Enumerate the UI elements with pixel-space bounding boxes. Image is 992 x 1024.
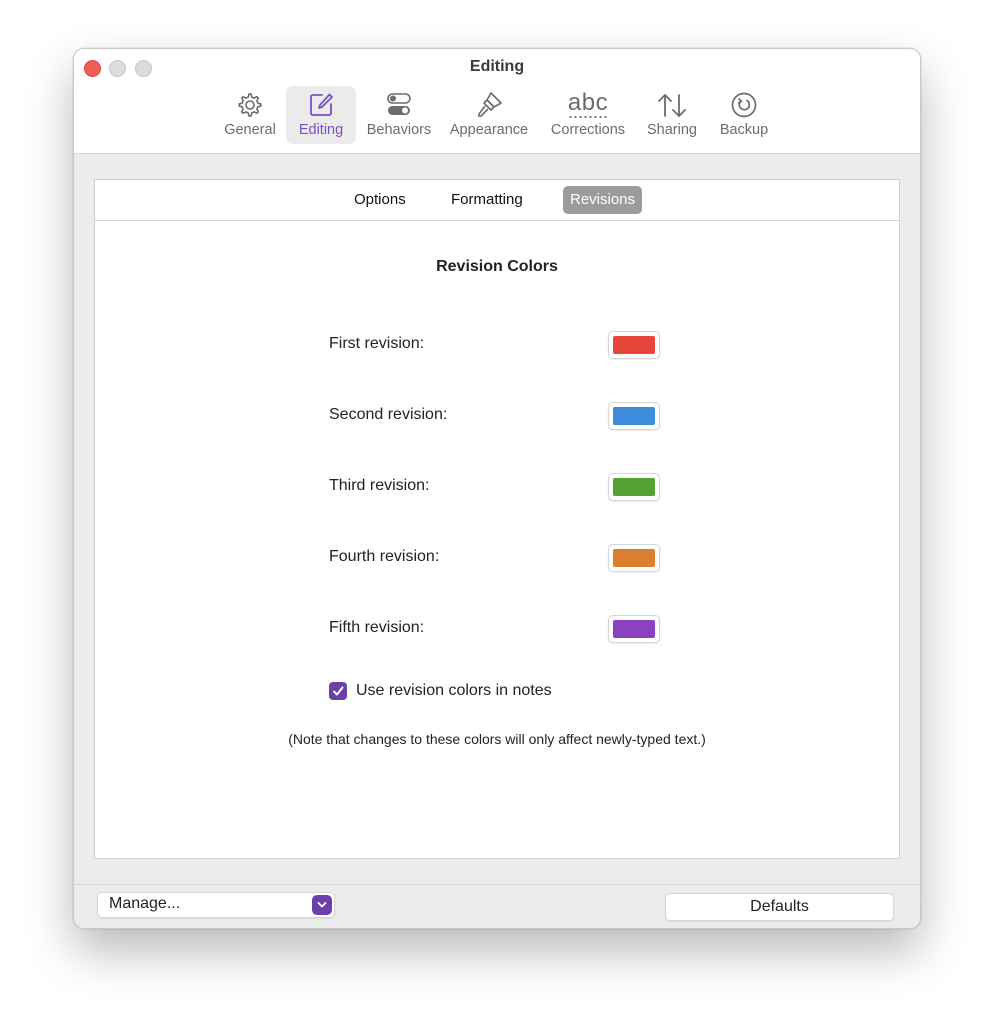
checkmark-icon xyxy=(333,686,344,696)
color-swatch xyxy=(613,620,655,638)
fourth-revision-color-well[interactable] xyxy=(608,544,660,572)
gear-icon xyxy=(236,90,264,120)
defaults-button[interactable]: Defaults xyxy=(665,893,894,921)
color-swatch xyxy=(613,336,655,354)
edit-icon xyxy=(307,90,335,120)
note-text: (Note that changes to these colors will … xyxy=(288,731,706,747)
first-revision-label: First revision: xyxy=(329,335,425,352)
use-revision-colors-checkbox[interactable] xyxy=(329,682,347,700)
second-revision-label: Second revision: xyxy=(329,406,448,423)
first-revision-color-well[interactable] xyxy=(608,331,660,359)
toolbar-item-sharing[interactable]: Sharing xyxy=(642,86,702,144)
window-title: Editing xyxy=(469,58,525,75)
tab-options[interactable]: Options xyxy=(347,186,413,214)
toolbar-item-general[interactable]: General xyxy=(222,86,278,144)
toolbar-item-label: Appearance xyxy=(449,122,529,138)
footer-divider xyxy=(74,884,920,885)
toolbar: Editing General Editing Behaviors Appear… xyxy=(74,49,920,154)
color-swatch xyxy=(613,478,655,496)
toolbar-item-label: Backup xyxy=(719,122,769,138)
toolbar-item-label: Corrections xyxy=(550,122,626,138)
manage-popup-button[interactable]: Manage... xyxy=(97,892,335,918)
toolbar-item-backup[interactable]: Backup xyxy=(714,86,774,144)
abc-spellcheck-icon: abc xyxy=(568,90,608,120)
segmented-control: Options Formatting Revisions xyxy=(95,180,899,221)
paintbrush-icon xyxy=(474,90,504,120)
tab-formatting[interactable]: Formatting xyxy=(444,186,530,214)
toolbar-item-label: General xyxy=(224,122,276,138)
revisions-panel: Options Formatting Revisions Revision Co… xyxy=(94,179,900,859)
toolbar-item-corrections[interactable]: abc Corrections xyxy=(544,86,632,144)
third-revision-label: Third revision: xyxy=(329,477,430,494)
up-down-arrows-icon xyxy=(656,90,688,120)
use-revision-colors-row: Use revision colors in notes xyxy=(329,682,552,700)
toolbar-item-editing[interactable]: Editing xyxy=(286,86,356,144)
toolbar-item-appearance[interactable]: Appearance xyxy=(446,86,532,144)
chevron-down-icon xyxy=(312,895,332,915)
toolbar-item-label: Behaviors xyxy=(366,122,432,138)
fourth-revision-label: Fourth revision: xyxy=(329,548,440,565)
fifth-revision-label: Fifth revision: xyxy=(329,619,425,636)
color-swatch xyxy=(613,407,655,425)
manage-label: Manage... xyxy=(109,895,181,912)
toolbar-item-label: Editing xyxy=(298,122,344,138)
tab-revisions[interactable]: Revisions xyxy=(563,186,643,214)
second-revision-color-well[interactable] xyxy=(608,402,660,430)
backup-clock-icon xyxy=(730,90,758,120)
preferences-window: Editing General Editing Behaviors Appear… xyxy=(73,48,921,929)
fifth-revision-color-well[interactable] xyxy=(608,615,660,643)
toggles-icon xyxy=(385,90,413,120)
toolbar-item-label: Sharing xyxy=(647,122,697,138)
abc-icon-text: abc xyxy=(567,89,609,116)
color-swatch xyxy=(613,549,655,567)
section-title: Revision Colors xyxy=(436,258,558,275)
toolbar-item-behaviors[interactable]: Behaviors xyxy=(364,86,434,144)
use-revision-colors-label: Use revision colors in notes xyxy=(356,682,552,699)
third-revision-color-well[interactable] xyxy=(608,473,660,501)
